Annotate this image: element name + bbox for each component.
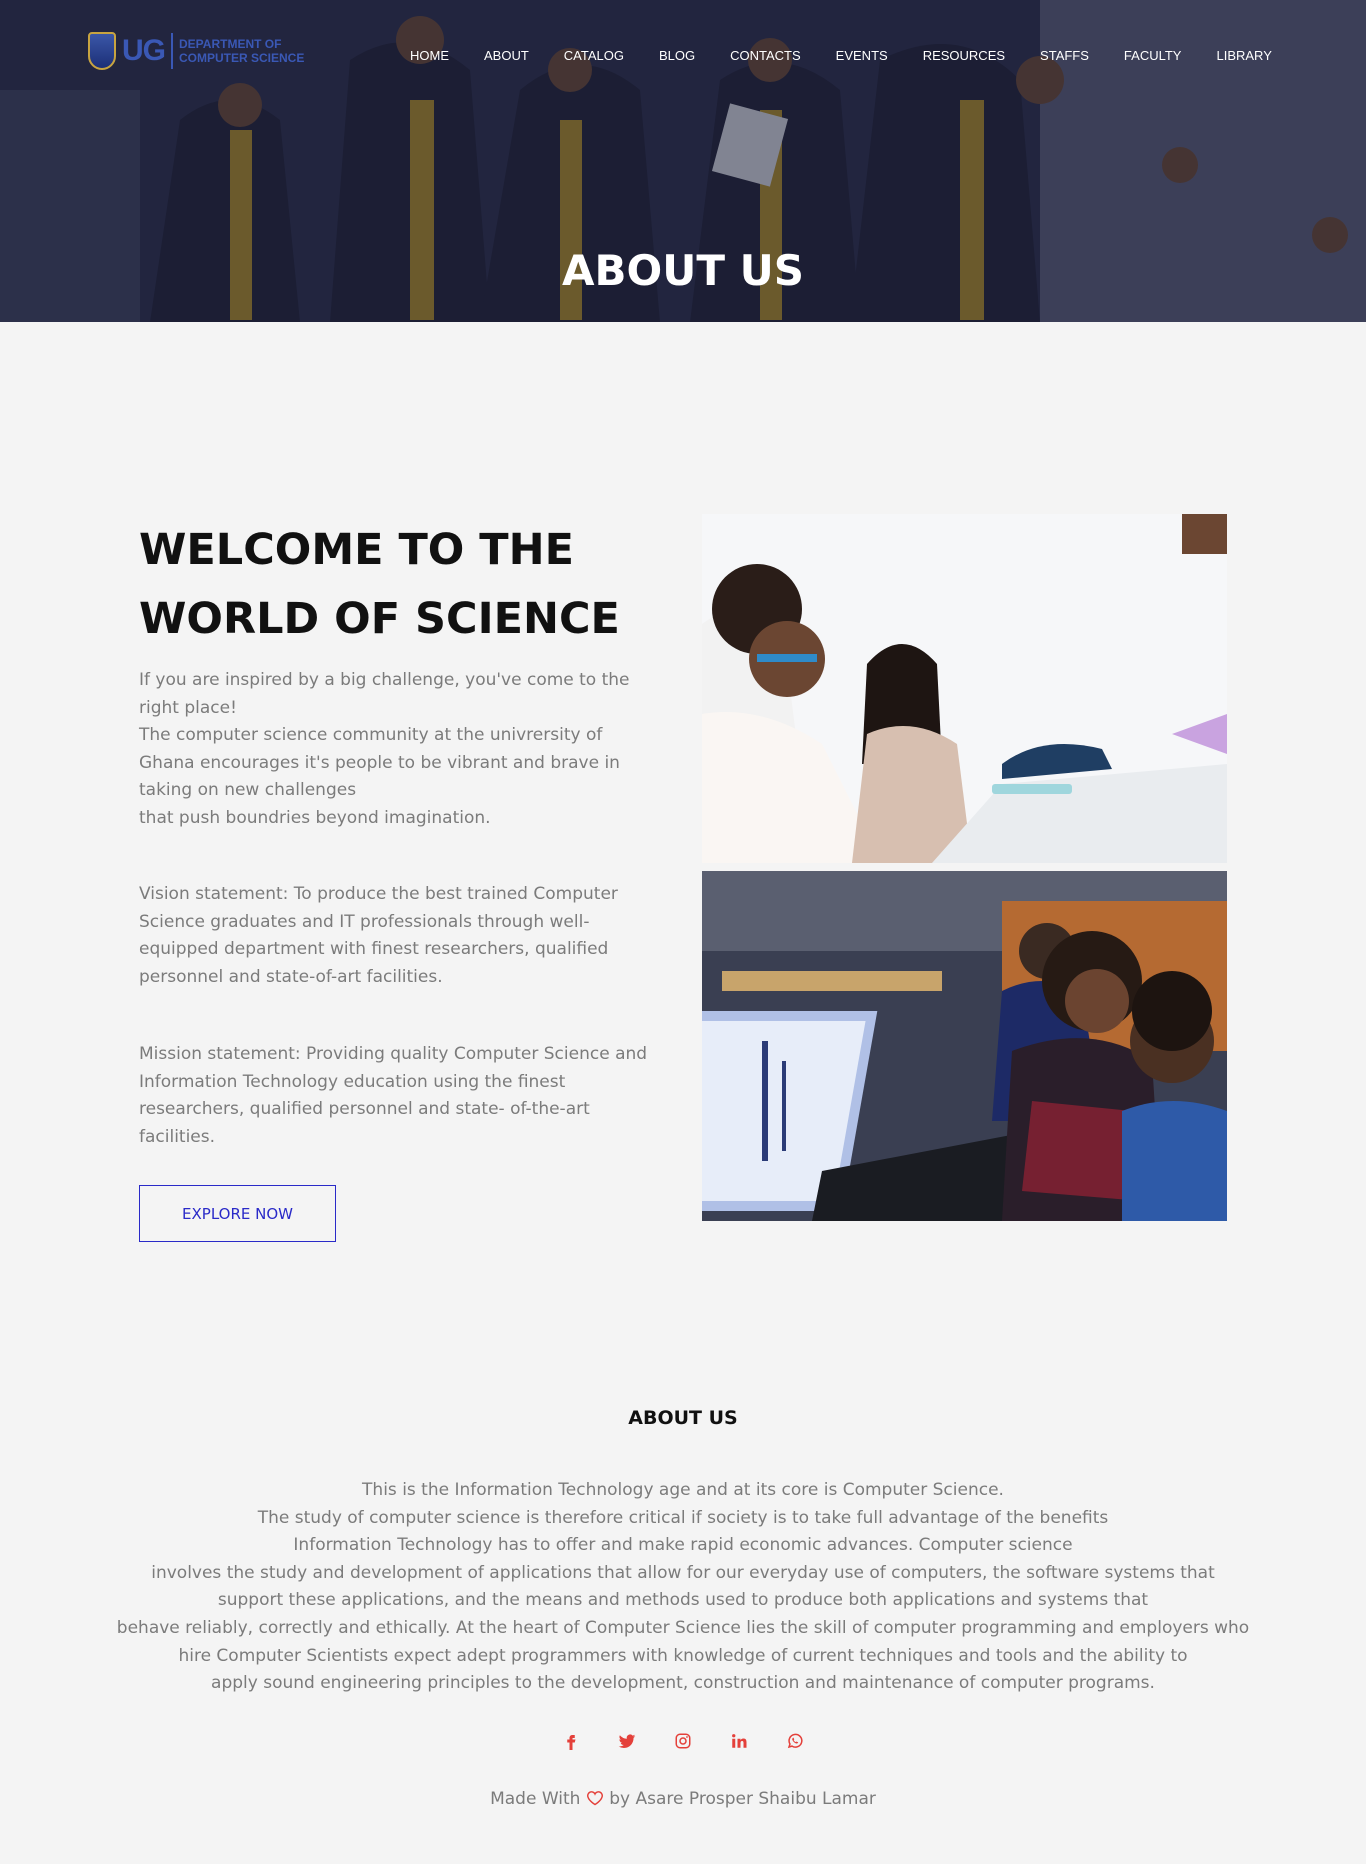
about-line: involves the study and development of ap…: [151, 1562, 1215, 1583]
nav-blog[interactable]: BLOG: [659, 48, 695, 63]
logo-text: Department of Computer Science: [179, 37, 305, 65]
department-logo[interactable]: UG Department of Computer Science: [88, 30, 329, 72]
about-line: The study of computer science is therefo…: [257, 1507, 1109, 1528]
page-title: ABOUT US: [562, 246, 804, 295]
instagram-icon[interactable]: [672, 1730, 694, 1752]
footer-credit: Made With by Asare Prosper Shaibu Lamar: [0, 1789, 1366, 1811]
intro-paragraph: If you are inspired by a big challenge, …: [139, 670, 630, 828]
nav-home[interactable]: HOME: [410, 48, 449, 63]
facebook-icon[interactable]: [560, 1730, 582, 1752]
logo-mark: UG: [122, 34, 166, 67]
hero-banner: UG Department of Computer Science HOME A…: [0, 0, 1366, 322]
about-line: Information Technology has to offer and …: [293, 1535, 1073, 1556]
nav-staffs[interactable]: STAFFS: [1040, 48, 1089, 63]
twitter-icon[interactable]: [616, 1730, 638, 1752]
social-links: [0, 1730, 1366, 1752]
welcome-heading: WELCOME TO THE WORLD OF SCIENCE: [139, 516, 659, 654]
about-line: support these applications, and the mean…: [217, 1590, 1149, 1611]
heart-icon: [586, 1790, 604, 1811]
university-crest-icon: [88, 32, 116, 70]
nav-faculty[interactable]: FACULTY: [1124, 48, 1182, 63]
nav-about[interactable]: ABOUT: [484, 48, 529, 63]
explore-now-button[interactable]: EXPLORE NOW: [139, 1185, 336, 1242]
author-credit: by Asare Prosper Shaibu Lamar: [609, 1789, 876, 1809]
main-nav: HOME ABOUT CATALOG BLOG CONTACTS EVENTS …: [410, 48, 1272, 63]
nav-contacts[interactable]: CONTACTS: [730, 48, 801, 63]
nav-events[interactable]: EVENTS: [836, 48, 888, 63]
whatsapp-icon[interactable]: [784, 1730, 806, 1752]
welcome-heading-line1: WELCOME TO THE: [139, 525, 574, 575]
about-line: hire Computer Scientists expect adept pr…: [178, 1645, 1188, 1666]
made-with-label: Made With: [490, 1789, 581, 1809]
nav-catalog[interactable]: CATALOG: [564, 48, 624, 63]
linkedin-icon[interactable]: [728, 1730, 750, 1752]
students-laptop-photo: [702, 871, 1227, 1221]
about-line: This is the Information Technology age a…: [362, 1480, 1004, 1500]
mission-statement: Mission statement: Providing quality Com…: [139, 1044, 648, 1147]
about-section-text: This is the Information Technology age a…: [80, 1477, 1286, 1698]
about-section-heading: ABOUT US: [628, 1407, 738, 1429]
nav-library[interactable]: LIBRARY: [1216, 48, 1271, 63]
welcome-heading-line2: WORLD OF SCIENCE: [139, 594, 620, 644]
students-discussion-photo: [702, 514, 1227, 863]
about-line: apply sound engineering principles to th…: [211, 1673, 1155, 1694]
about-line: behave reliably, correctly and ethically…: [116, 1617, 1250, 1638]
logo-divider: [171, 33, 173, 69]
vision-statement: Vision statement: To produce the best tr…: [139, 884, 618, 987]
nav-resources[interactable]: RESOURCES: [923, 48, 1005, 63]
